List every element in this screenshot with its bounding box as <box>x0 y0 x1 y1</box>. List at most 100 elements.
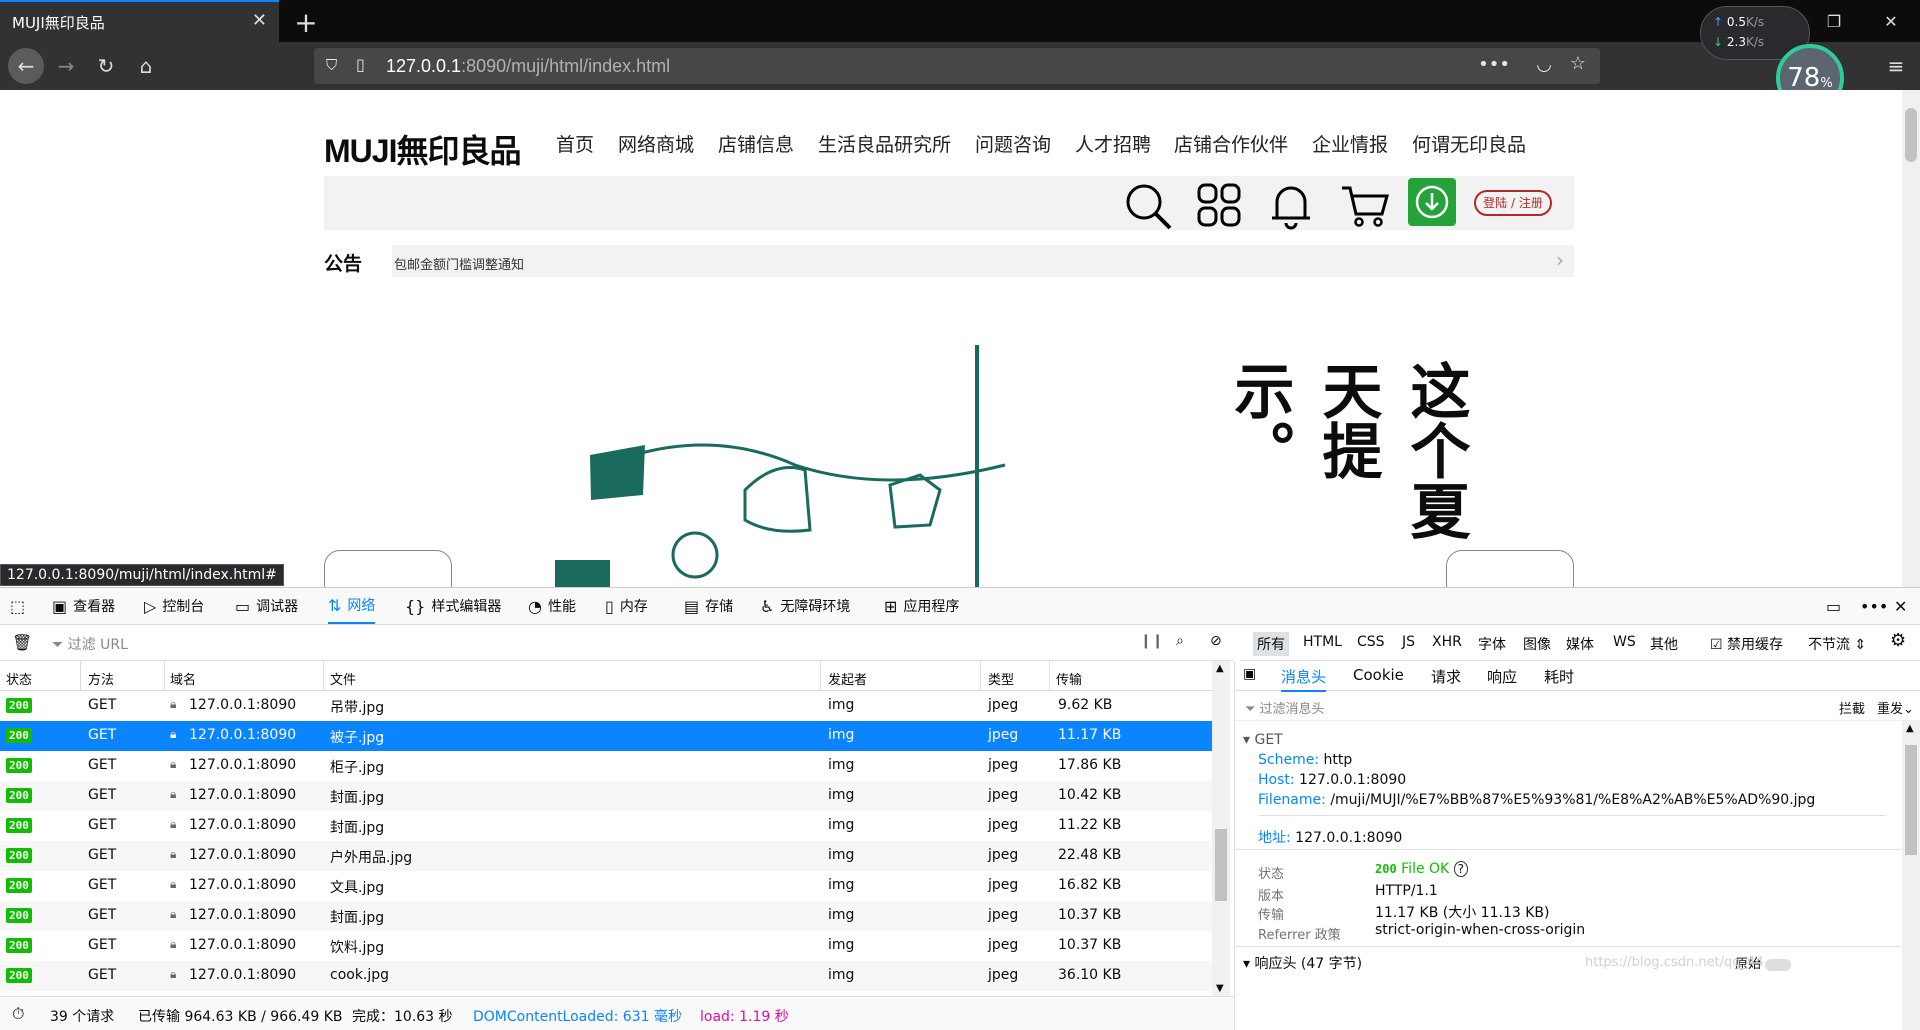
site-logo[interactable]: MUJI無印良品 <box>324 126 521 172</box>
menu-icon[interactable]: ≡ <box>1880 50 1912 82</box>
filter-other[interactable]: 其他 <box>1650 634 1678 654</box>
download-app-button[interactable] <box>1408 178 1456 226</box>
table-row[interactable]: 200 GET 🔒︎ 127.0.0.1:8090 吊带.jpg img jpeg 9.62 … <box>0 691 1212 721</box>
back-arrow-icon[interactable]: ← <box>8 48 44 84</box>
tab-headers[interactable]: 消息头 <box>1281 666 1327 692</box>
details-scrollbar[interactable]: ▲ <box>1902 721 1920 1030</box>
tab-accessibility[interactable]: ♿ 无障碍环境 <box>760 588 850 624</box>
dock-icon[interactable]: ▭ <box>1826 588 1841 624</box>
notice-text[interactable]: 包邮金额门槛调整通知 <box>394 258 524 273</box>
tab-application[interactable]: ⊞ 应用程序 <box>884 588 959 624</box>
block-icon[interactable]: ⊘ <box>1210 633 1222 649</box>
new-tab-icon[interactable]: + <box>288 4 324 40</box>
nav-item-stores[interactable]: 店铺信息 <box>718 130 794 157</box>
nav-item-shop[interactable]: 网络商城 <box>618 130 694 157</box>
bell-icon[interactable] <box>1268 182 1318 230</box>
col-domain[interactable]: 域名 <box>170 669 196 688</box>
nav-item-lab[interactable]: 生活良品研究所 <box>818 130 951 157</box>
search-icon[interactable] <box>1124 182 1174 230</box>
filter-images[interactable]: 图像 <box>1523 634 1551 654</box>
block-button[interactable]: 拦截 <box>1839 698 1865 717</box>
col-status[interactable]: 状态 <box>6 669 32 688</box>
nav-item-jobs[interactable]: 人才招聘 <box>1075 130 1151 157</box>
table-row[interactable]: 200 GET 🔒︎ 127.0.0.1:8090 柜子.jpg img jpeg 17.86… <box>0 751 1212 781</box>
table-scrollbar[interactable]: ▲ ▼ <box>1212 661 1230 996</box>
tab-performance[interactable]: ◔ 性能 <box>528 588 576 624</box>
nav-item-partners[interactable]: 店铺合作伙伴 <box>1174 130 1288 157</box>
close-window-icon[interactable]: ✕ <box>1876 8 1906 34</box>
request-summary-toggle[interactable]: ▾ GET <box>1243 732 1283 748</box>
nav-item-company[interactable]: 企业情报 <box>1312 130 1388 157</box>
carousel-next-button[interactable] <box>1446 550 1574 587</box>
table-row[interactable]: 200 GET 🔒︎ 127.0.0.1:8090 封面.jpg img jpeg 11.22… <box>0 811 1212 841</box>
url-text[interactable]: 127.0.0.1:8090/muji/html/index.html <box>386 56 670 77</box>
tab-memory[interactable]: ▯ 内存 <box>605 588 648 624</box>
table-row[interactable]: 200 GET 🔒︎ 127.0.0.1:8090 饮料.jpg img jpeg 10.37… <box>0 931 1212 961</box>
grid-icon[interactable] <box>1196 182 1246 227</box>
tab-console[interactable]: ▷ 控制台 <box>144 588 204 624</box>
bookmark-star-icon[interactable]: ☆ <box>1570 53 1586 74</box>
table-row[interactable]: 200 GET 🔒︎ 127.0.0.1:8090 封面.jpg img jpeg 10.37… <box>0 901 1212 931</box>
filter-fonts[interactable]: 字体 <box>1478 634 1506 654</box>
pause-icon[interactable]: ❙❙ <box>1140 633 1163 649</box>
filter-js[interactable]: JS <box>1402 634 1415 650</box>
reload-icon[interactable]: ↻ <box>90 50 122 82</box>
table-row[interactable]: 200 GET 🔒︎ 127.0.0.1:8090 户外用品.jpg img jpeg 22.… <box>0 841 1212 871</box>
close-devtools-icon[interactable]: ✕ <box>1894 588 1907 624</box>
page-scrollbar[interactable] <box>1902 90 1920 587</box>
page-icon[interactable]: ▯ <box>356 55 365 74</box>
cart-icon[interactable] <box>1340 182 1390 227</box>
filter-all[interactable]: 所有 <box>1253 632 1289 656</box>
pocket-icon[interactable]: ◡ <box>1536 54 1552 75</box>
table-row[interactable]: 200 GET 🔒︎ 127.0.0.1:8090 cook.jpg img jpeg 36.… <box>0 961 1212 991</box>
settings-gear-icon[interactable]: ⚙ <box>1890 630 1906 651</box>
search-icon[interactable]: ⌕ <box>1176 633 1184 649</box>
col-file[interactable]: 文件 <box>330 669 356 688</box>
page-scroll-thumb[interactable] <box>1905 108 1917 162</box>
filter-css[interactable]: CSS <box>1357 634 1385 650</box>
disable-cache-checkbox[interactable]: ☑ 禁用缓存 <box>1710 634 1783 654</box>
url-bar[interactable]: ⛉ ▯ 127.0.0.1:8090/muji/html/index.html … <box>314 48 1600 84</box>
table-row[interactable]: 200 GET 🔒︎ 127.0.0.1:8090 被子.jpg img jpeg 11.17… <box>0 721 1212 751</box>
nav-item-about[interactable]: 何谓无印良品 <box>1412 130 1526 157</box>
restore-icon[interactable]: ❐ <box>1819 8 1849 34</box>
login-register-button[interactable]: 登陆 / 注册 <box>1474 190 1552 216</box>
filter-ws[interactable]: WS <box>1613 634 1636 650</box>
nav-item-faq[interactable]: 问题咨询 <box>975 130 1051 157</box>
forward-arrow-icon[interactable]: → <box>50 50 82 82</box>
filter-media[interactable]: 媒体 <box>1566 634 1594 654</box>
stopwatch-icon[interactable]: ⏱ <box>12 1004 24 1024</box>
col-transferred[interactable]: 传输 <box>1056 669 1082 688</box>
col-initiator[interactable]: 发起者 <box>828 669 867 688</box>
tab-inspector[interactable]: ▣ 查看器 <box>52 588 115 624</box>
col-type[interactable]: 类型 <box>988 669 1014 688</box>
throttle-select[interactable]: 不节流 ⇕ <box>1808 634 1866 654</box>
filter-html[interactable]: HTML <box>1303 634 1342 650</box>
shield-icon[interactable]: ⛉ <box>326 56 337 74</box>
more-actions-icon[interactable]: ••• <box>1478 54 1510 75</box>
tab-request[interactable]: 请求 <box>1431 666 1461 687</box>
tab-response[interactable]: 响应 <box>1487 666 1517 687</box>
col-method[interactable]: 方法 <box>88 669 114 688</box>
trash-icon[interactable]: 🗑 <box>12 633 32 652</box>
browser-tab[interactable]: MUJI無印良品 ✕ <box>0 0 279 42</box>
resend-button[interactable]: 重发⌄ <box>1877 698 1914 717</box>
table-row[interactable]: 200 GET 🔒︎ 127.0.0.1:8090 封面.jpg img jpeg 10.42… <box>0 781 1212 811</box>
notice-bar[interactable]: 包邮金额门槛调整通知 › <box>392 245 1574 277</box>
tab-cookies[interactable]: Cookie <box>1353 666 1404 684</box>
url-filter-input[interactable]: ⏷ 过滤 URL <box>52 634 128 654</box>
carousel-prev-button[interactable] <box>324 550 452 587</box>
more-options-icon[interactable]: ••• <box>1860 588 1888 624</box>
details-scroll-thumb[interactable] <box>1905 745 1917 855</box>
headers-filter-input[interactable]: ⏷ 过滤消息头 <box>1245 698 1325 717</box>
toggle-panel-icon[interactable]: ▣ <box>1243 666 1256 682</box>
response-headers-toggle[interactable]: ▾ 响应头 (47 字节) <box>1243 953 1362 973</box>
element-picker-icon[interactable]: ⬚ <box>10 588 25 624</box>
home-icon[interactable]: ⌂ <box>130 50 162 82</box>
chevron-right-icon[interactable]: › <box>1556 248 1564 272</box>
tab-storage[interactable]: ▤ 存储 <box>684 588 733 624</box>
table-row[interactable]: 200 GET 🔒︎ 127.0.0.1:8090 文具.jpg img jpeg 16.82… <box>0 871 1212 901</box>
filter-xhr[interactable]: XHR <box>1432 634 1462 650</box>
tab-timings[interactable]: 耗时 <box>1544 666 1574 687</box>
table-scroll-thumb[interactable] <box>1215 829 1227 901</box>
